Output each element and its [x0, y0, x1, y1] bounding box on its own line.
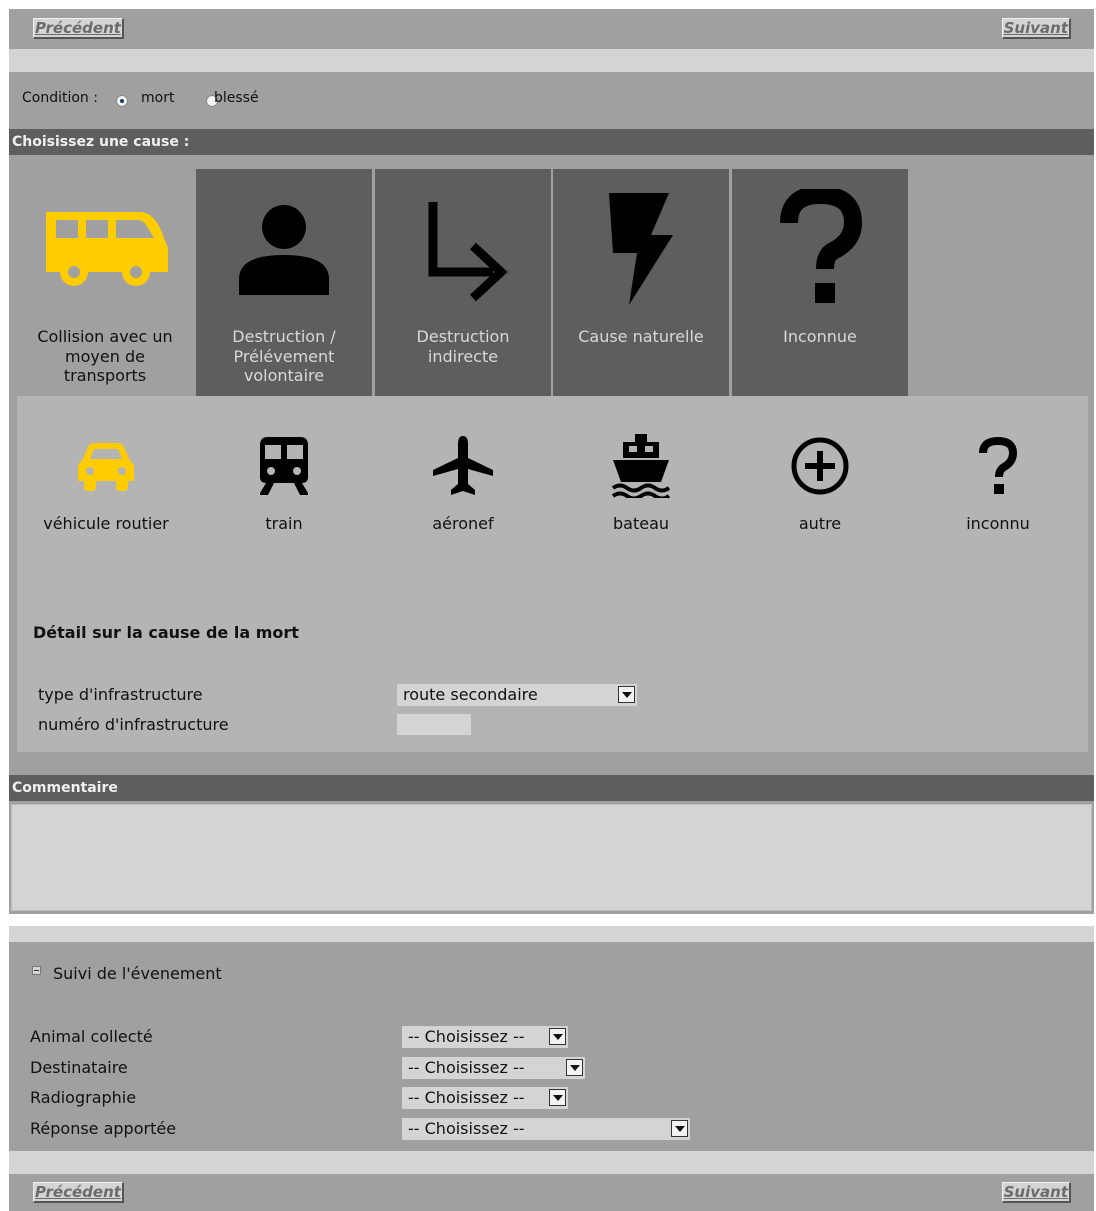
transport-label: véhicule routier	[43, 514, 169, 533]
chevron-down-icon	[618, 686, 635, 703]
radiographie-label: Radiographie	[30, 1088, 137, 1107]
reponse-apportee-label: Réponse apportée	[30, 1119, 177, 1138]
tab-label: Collision avec un moyen de transports	[37, 327, 173, 385]
top-nav-bar: Précédent Suivant	[9, 9, 1094, 49]
cause-section-header: Choisissez une cause :	[9, 129, 1094, 155]
reponse-apportee-select[interactable]: -- Choisissez --	[402, 1118, 690, 1140]
infra-type-select[interactable]: route secondaire	[397, 684, 637, 706]
tab-label: Inconnue	[783, 327, 857, 346]
condition-row: Condition : mort blessé	[9, 72, 1094, 129]
tab-inconnue[interactable]: Inconnue	[732, 169, 908, 396]
transport-vehicule-routier[interactable]: véhicule routier	[16, 426, 196, 546]
transport-train[interactable]: train	[194, 426, 374, 546]
bus-icon	[17, 189, 193, 309]
transport-label: train	[265, 514, 303, 533]
infra-type-label: type d'infrastructure	[38, 685, 203, 704]
previous-button[interactable]: Précédent	[33, 18, 124, 39]
transport-inconnu[interactable]: inconnu	[908, 426, 1088, 546]
chevron-down-icon	[549, 1028, 566, 1045]
lightning-icon	[553, 189, 729, 309]
tab-destruction-volontaire[interactable]: Destruction / Prélévement volontaire	[196, 169, 372, 396]
radio-blesse-label: blessé	[214, 90, 259, 106]
transport-label: bateau	[612, 514, 670, 533]
comment-textarea[interactable]	[11, 804, 1092, 911]
transport-label: inconnu	[966, 514, 1030, 533]
comment-box	[9, 801, 1094, 914]
collapse-icon[interactable]	[32, 966, 41, 975]
tab-collision[interactable]: Collision avec un moyen de transports	[17, 169, 193, 396]
transport-aeronef[interactable]: aéronef	[373, 426, 553, 546]
boat-icon	[551, 434, 731, 498]
arrow-turn-icon	[375, 189, 551, 309]
next-button-bottom[interactable]: Suivant	[1001, 1182, 1071, 1203]
radiographie-select[interactable]: -- Choisissez --	[402, 1087, 568, 1109]
tab-cause-naturelle[interactable]: Cause naturelle	[553, 169, 729, 396]
comment-header: Commentaire	[9, 775, 1094, 801]
radio-mort-label: mort	[141, 90, 175, 106]
question-icon	[732, 189, 908, 309]
separator	[9, 1151, 1094, 1174]
separator	[9, 49, 1094, 72]
transport-autre[interactable]: autre	[730, 426, 910, 546]
tab-destruction-indirecte[interactable]: Destruction indirecte	[375, 169, 551, 396]
tab-label: Destruction indirecte	[416, 327, 510, 366]
followup-title: Suivi de l'évenement	[53, 964, 222, 983]
question-icon	[908, 434, 1088, 498]
animal-collecte-value: -- Choisissez --	[408, 1027, 525, 1046]
destinataire-label: Destinataire	[30, 1058, 128, 1077]
followup-panel: Suivi de l'évenement Animal collecté -- …	[9, 942, 1094, 1151]
transport-bateau[interactable]: bateau	[551, 426, 731, 546]
previous-button-bottom[interactable]: Précédent	[33, 1182, 124, 1203]
chevron-down-icon	[566, 1059, 583, 1076]
airplane-icon	[373, 434, 553, 498]
chevron-down-icon	[671, 1120, 688, 1137]
detail-title: Détail sur la cause de la mort	[33, 623, 299, 642]
radio-mort[interactable]	[116, 95, 128, 107]
animal-collecte-select[interactable]: -- Choisissez --	[402, 1026, 568, 1048]
destinataire-value: -- Choisissez --	[408, 1058, 525, 1077]
tab-label: Cause naturelle	[578, 327, 704, 346]
infra-type-value: route secondaire	[403, 685, 538, 704]
train-icon	[194, 434, 374, 498]
infra-number-label: numéro d'infrastructure	[38, 715, 229, 734]
person-icon	[196, 189, 372, 309]
tab-label: Destruction / Prélévement volontaire	[232, 327, 336, 385]
animal-collecte-label: Animal collecté	[30, 1027, 153, 1046]
destinataire-select[interactable]: -- Choisissez --	[402, 1057, 585, 1079]
chevron-down-icon	[549, 1089, 566, 1106]
reponse-apportee-value: -- Choisissez --	[408, 1119, 525, 1138]
radiographie-value: -- Choisissez --	[408, 1088, 525, 1107]
transport-label: autre	[798, 514, 842, 533]
next-button[interactable]: Suivant	[1001, 18, 1071, 39]
infra-number-input[interactable]	[397, 714, 471, 735]
car-icon	[16, 434, 196, 498]
transport-label: aéronef	[432, 514, 494, 533]
condition-label: Condition :	[22, 90, 98, 106]
plus-circle-icon	[730, 434, 910, 498]
bottom-nav-bar: Précédent Suivant	[9, 1174, 1094, 1211]
separator	[9, 926, 1094, 942]
